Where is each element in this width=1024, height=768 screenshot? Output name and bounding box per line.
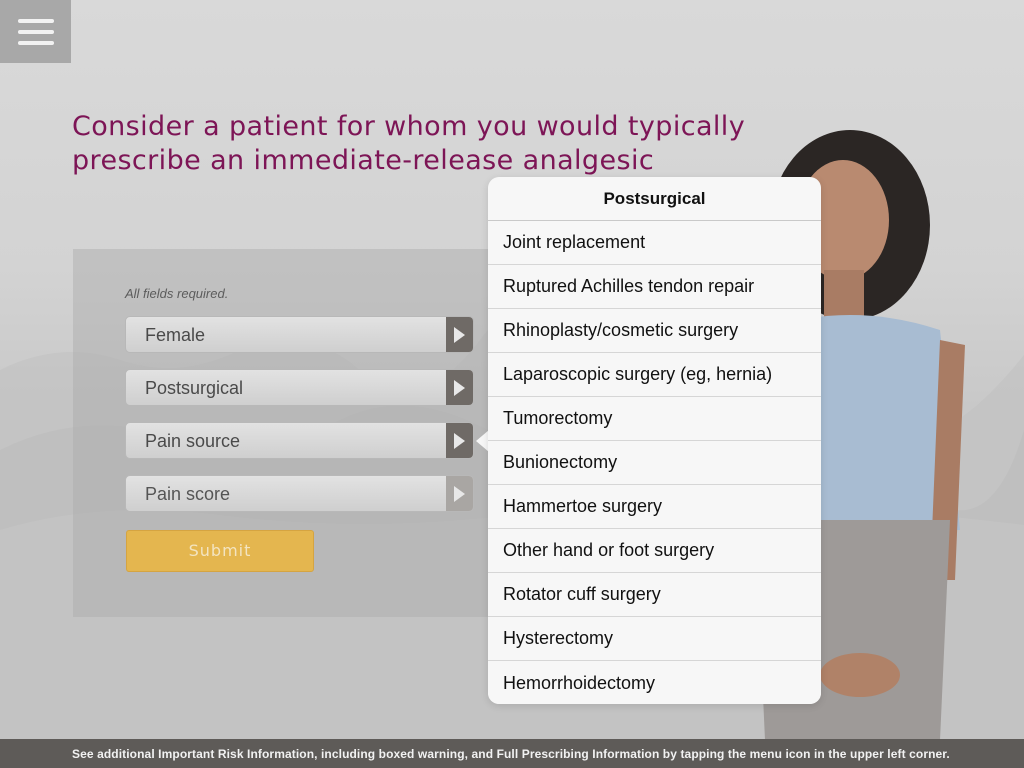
pain-score-select[interactable]: Pain score xyxy=(125,475,474,512)
pain-source-select[interactable]: Pain source xyxy=(125,422,474,459)
required-fields-note: All fields required. xyxy=(125,286,229,301)
gender-select-label: Female xyxy=(145,325,206,345)
pain-source-select-label: Pain source xyxy=(145,431,241,451)
risk-info-footer: See additional Important Risk Informatio… xyxy=(0,739,1024,768)
popover-option-rotator-cuff[interactable]: Rotator cuff surgery xyxy=(488,573,821,617)
chevron-right-icon xyxy=(446,423,473,458)
popover-option-hemorrhoidectomy[interactable]: Hemorrhoidectomy xyxy=(488,661,821,704)
menu-bar xyxy=(17,40,54,45)
popover-option-hammertoe[interactable]: Hammertoe surgery xyxy=(488,485,821,529)
pain-category-select[interactable]: Postsurgical xyxy=(125,369,474,406)
headline-line-2: prescribe an immediate-release analgesic xyxy=(72,145,655,176)
chevron-right-icon xyxy=(446,476,473,511)
chevron-right-icon xyxy=(446,370,473,405)
popover-option-rhinoplasty[interactable]: Rhinoplasty/cosmetic surgery xyxy=(488,309,821,353)
pain-category-select-label: Postsurgical xyxy=(145,378,244,398)
hamburger-menu-icon[interactable] xyxy=(0,0,71,63)
gender-select[interactable]: Female xyxy=(125,316,474,353)
popover-option-laparoscopic[interactable]: Laparoscopic surgery (eg, hernia) xyxy=(488,353,821,397)
page-headline: Consider a patient for whom you would ty… xyxy=(72,110,772,178)
menu-bar xyxy=(17,29,54,34)
pain-source-popover: Postsurgical Joint replacement Ruptured … xyxy=(488,177,821,704)
popover-option-bunionectomy[interactable]: Bunionectomy xyxy=(488,441,821,485)
popover-option-joint-replacement[interactable]: Joint replacement xyxy=(488,221,821,265)
popover-title: Postsurgical xyxy=(488,177,821,221)
popover-option-tumorectomy[interactable]: Tumorectomy xyxy=(488,397,821,441)
chevron-right-icon xyxy=(446,317,473,352)
pain-score-select-label: Pain score xyxy=(145,484,231,504)
submit-button[interactable]: Submit xyxy=(126,530,314,572)
menu-bar xyxy=(17,18,54,23)
popover-option-hand-foot[interactable]: Other hand or foot surgery xyxy=(488,529,821,573)
popover-option-hysterectomy[interactable]: Hysterectomy xyxy=(488,617,821,661)
popover-option-achilles-repair[interactable]: Ruptured Achilles tendon repair xyxy=(488,265,821,309)
headline-line-1: Consider a patient for whom you would ty… xyxy=(72,111,746,142)
